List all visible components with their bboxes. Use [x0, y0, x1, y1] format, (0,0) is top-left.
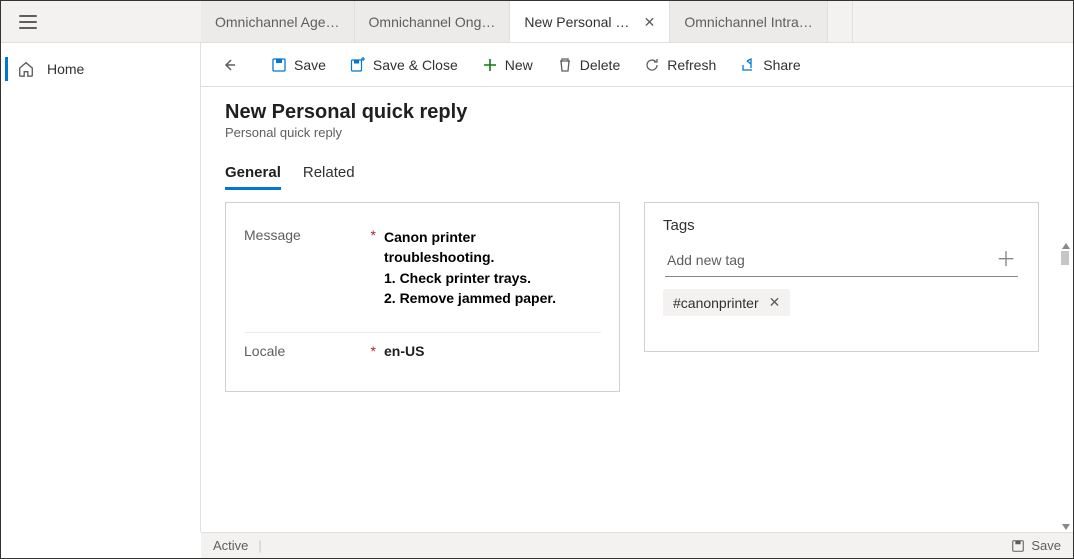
general-panel: Message * Locale * en-US [225, 202, 620, 392]
command-bar: Save Save & Close New Delete Refresh Sha… [201, 43, 1073, 87]
save-close-icon [350, 57, 366, 73]
status-bar: Active | Save [201, 532, 1073, 558]
new-tab-button[interactable] [828, 1, 853, 42]
tab-label: Omnichannel Age… [215, 14, 340, 30]
locale-value[interactable]: en-US [384, 343, 424, 359]
tab-related[interactable]: Related [303, 160, 355, 190]
footer-save-label: Save [1031, 538, 1061, 553]
hamburger-icon[interactable] [19, 15, 37, 29]
refresh-icon [644, 57, 660, 73]
tag-text: #canonprinter [673, 295, 759, 311]
share-label: Share [763, 57, 800, 73]
delete-button[interactable]: Delete [547, 51, 630, 79]
save-button[interactable]: Save [261, 51, 336, 79]
refresh-label: Refresh [667, 57, 716, 73]
tab-strip: Omnichannel Age… Omnichannel Ong… New Pe… [201, 1, 1073, 42]
sidebar: Home [1, 43, 201, 532]
tab-omnichannel-ongoing[interactable]: Omnichannel Ong… [355, 1, 511, 42]
divider: | [258, 538, 261, 553]
tags-title: Tags [663, 217, 1020, 234]
back-arrow-icon [221, 57, 237, 73]
tab-omnichannel-intraday[interactable]: Omnichannel Intra… [670, 1, 827, 42]
tab-general[interactable]: General [225, 160, 281, 190]
close-icon[interactable]: ✕ [644, 15, 656, 29]
plus-icon [482, 57, 498, 73]
form-tabs: General Related [225, 160, 1049, 190]
back-button[interactable] [211, 51, 247, 79]
page-title: New Personal quick reply [225, 101, 1049, 124]
share-icon [740, 57, 756, 73]
save-icon [1011, 539, 1025, 553]
new-button[interactable]: New [472, 51, 543, 79]
sidebar-item-label: Home [47, 61, 84, 77]
delete-label: Delete [580, 57, 620, 73]
locale-label: Locale [244, 343, 285, 359]
tag-chip[interactable]: #canonprinter ✕ [663, 289, 790, 316]
remove-tag-icon[interactable]: ✕ [769, 294, 781, 311]
add-tag-input[interactable] [667, 252, 996, 268]
home-icon [17, 60, 35, 78]
refresh-button[interactable]: Refresh [634, 51, 726, 79]
save-close-button[interactable]: Save & Close [340, 51, 468, 79]
tags-panel: Tags ＋ #canonprinter ✕ [644, 202, 1039, 352]
save-close-label: Save & Close [373, 57, 458, 73]
tab-label: Omnichannel Ong… [369, 14, 496, 30]
status-text: Active [213, 538, 248, 553]
tab-label: New Personal quick reply [524, 14, 633, 30]
sidebar-item-home[interactable]: Home [1, 51, 200, 87]
trash-icon [557, 57, 573, 73]
save-label: Save [294, 57, 326, 73]
tab-label: Omnichannel Intra… [684, 14, 812, 30]
message-textarea[interactable] [384, 227, 601, 319]
scrollbar[interactable] [1061, 131, 1071, 532]
footer-save-button[interactable]: Save [1011, 538, 1061, 553]
required-indicator: * [371, 227, 376, 243]
tab-new-personal-quick-reply[interactable]: New Personal quick reply ✕ [510, 1, 670, 42]
tab-omnichannel-agent[interactable]: Omnichannel Age… [201, 1, 355, 42]
page-subtitle: Personal quick reply [225, 125, 1049, 140]
plus-icon[interactable]: ＋ [996, 250, 1016, 270]
message-label: Message [244, 227, 301, 243]
share-button[interactable]: Share [730, 51, 810, 79]
required-indicator: * [371, 343, 376, 359]
save-icon [271, 57, 287, 73]
new-label: New [505, 57, 533, 73]
